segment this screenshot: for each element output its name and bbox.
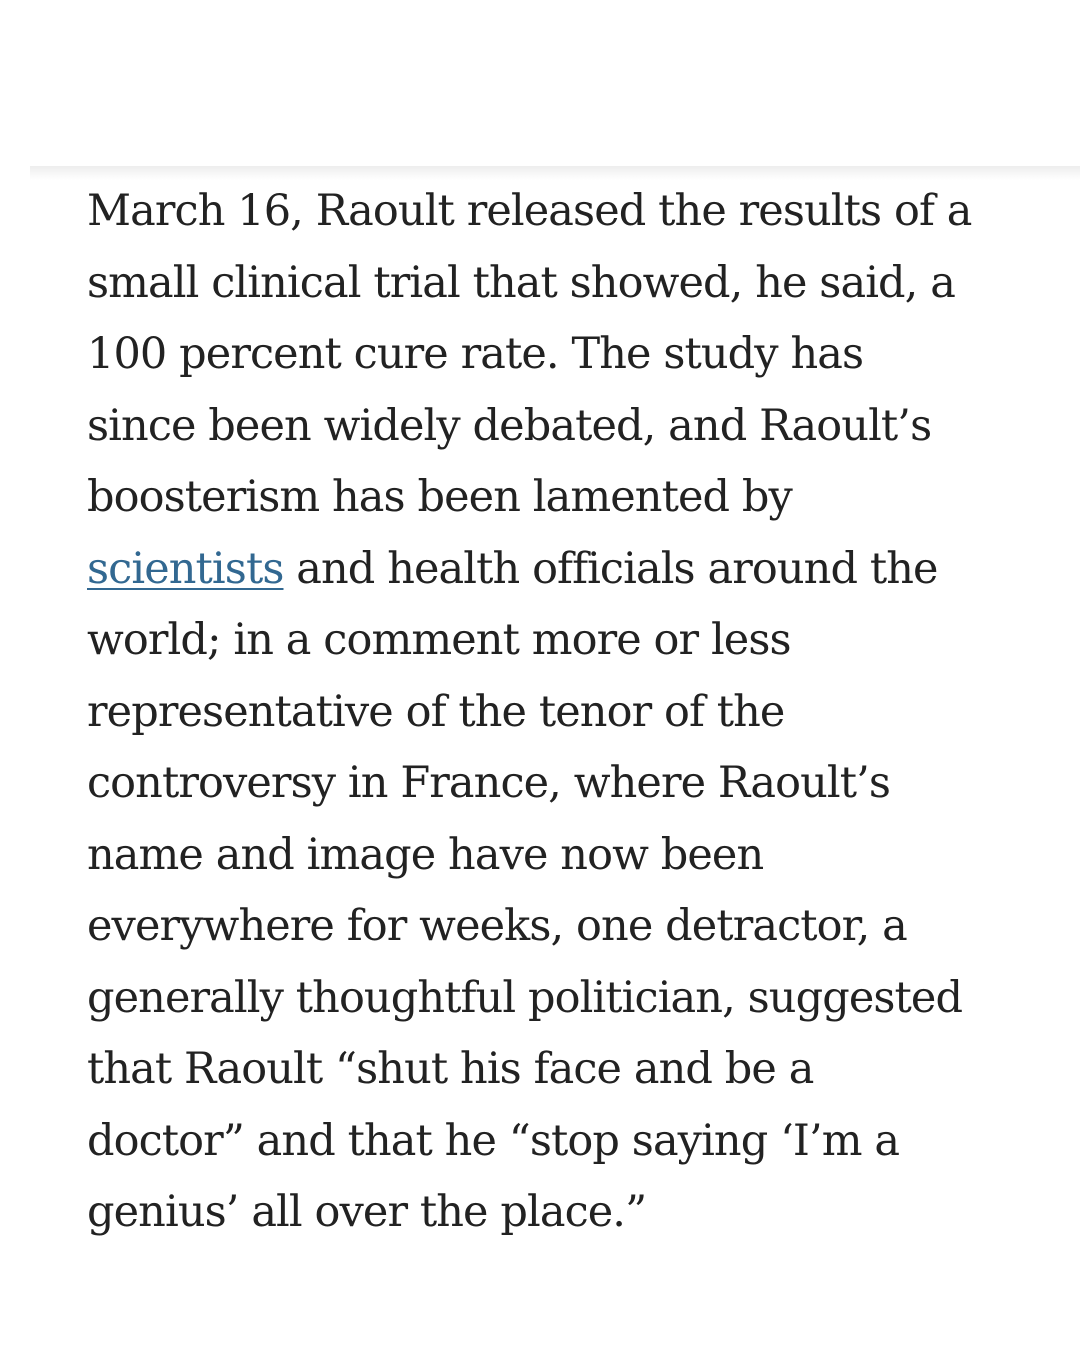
top-blank-area [0, 0, 1080, 166]
paragraph-line: 100 percent cure rate. The study has [87, 329, 864, 379]
scientists-link[interactable]: scientists [87, 544, 284, 594]
paragraph-line: representative of the tenor of the [87, 686, 785, 737]
paragraph-line: small clinical trial that showed, he sai… [87, 257, 956, 308]
paragraph-line: since been widely debated, and Raoult’s [87, 400, 932, 451]
paragraph-line: generally thoughtful politician, suggest… [87, 972, 963, 1023]
paragraph-line: genius’ all over the place.” [87, 1187, 647, 1237]
paragraph-line-text: and health officials around the [283, 543, 938, 594]
paragraph-line: world; in a comment more or less [87, 615, 792, 665]
paragraph-line: scientists and health officials around t… [87, 534, 1067, 606]
paragraph-line: boosterism has been lamented by [87, 472, 793, 522]
paragraph-line: name and image have now been [87, 829, 764, 880]
article-paragraph: March 16, Raoult released the results of… [87, 176, 1067, 1249]
paragraph-line: controversy in France, where Raoult’s [87, 758, 891, 808]
paragraph-line: March 16, Raoult released the results of… [87, 186, 972, 236]
paragraph-line: everywhere for weeks, one detractor, a [87, 901, 908, 951]
paragraph-line: doctor” and that he “stop saying ‘I’m a [87, 1115, 900, 1166]
paragraph-line: that Raoult “shut his face and be a [87, 1044, 814, 1094]
